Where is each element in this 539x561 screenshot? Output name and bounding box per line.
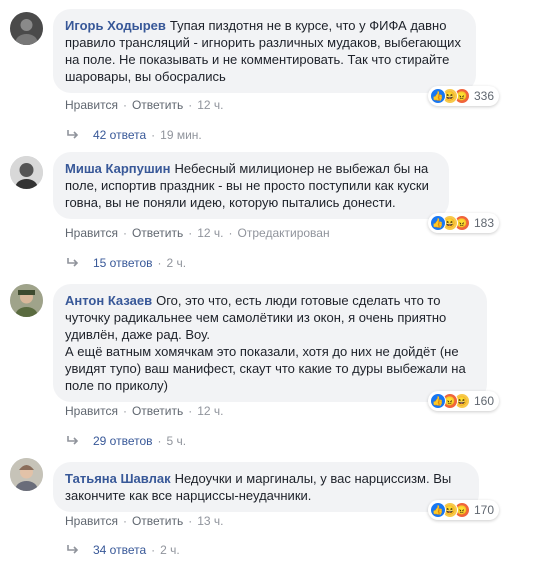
separator-dot: · (122, 514, 127, 528)
reply-arrow-icon (67, 545, 79, 554)
like-link[interactable]: Нравится (65, 226, 118, 240)
reactions-summary[interactable]: 👍 😆 😠 170 (428, 500, 500, 520)
reply-arrow-icon (67, 130, 79, 139)
separator-dot: · (157, 256, 162, 270)
like-link[interactable]: Нравится (65, 98, 118, 112)
replies-count-link[interactable]: 42 ответа (93, 128, 146, 142)
separator-dot: · (228, 226, 233, 240)
comment-bubble: Татьяна Шавлак Недоучки и маргиналы, у ва… (53, 462, 479, 512)
comment-text: Ого, это что, есть люди готовые сделать … (65, 293, 466, 393)
comment-bubble: Миша Карпушин Небесный милиционер не выбе… (53, 152, 449, 219)
view-replies[interactable]: 15 ответов · 2 ч. (67, 256, 186, 270)
reaction-count: 160 (474, 394, 495, 408)
avatar[interactable] (10, 12, 43, 45)
reply-arrow-icon (67, 258, 79, 267)
separator-dot: · (122, 98, 127, 112)
reply-link[interactable]: Ответить (132, 404, 183, 418)
reactions-summary[interactable]: 👍 😆 😠 336 (428, 86, 500, 106)
separator-dot: · (188, 98, 193, 112)
comment-actions: Нравится · Ответить · 13 ч. (65, 514, 224, 528)
separator-dot: · (188, 514, 193, 528)
view-replies[interactable]: 34 ответа · 2 ч. (67, 543, 180, 557)
comment-actions: Нравится · Ответить · 12 ч. · Отредактирова… (65, 226, 330, 240)
avatar[interactable] (10, 458, 43, 491)
separator-dot: · (188, 404, 193, 418)
replies-count-link[interactable]: 15 ответов (93, 256, 153, 270)
avatar[interactable] (10, 284, 43, 317)
comment-time[interactable]: 12 ч. (197, 226, 223, 240)
reactions-summary[interactable]: 👍 😆 😠 183 (428, 213, 500, 233)
view-replies[interactable]: 42 ответа · 19 мин. (67, 128, 202, 142)
reaction-count: 170 (474, 503, 495, 517)
like-link[interactable]: Нравится (65, 404, 118, 418)
like-reaction-icon: 👍 (430, 393, 446, 409)
replies-count-link[interactable]: 34 ответа (93, 543, 146, 557)
reactions-summary[interactable]: 👍 😠 😆 160 (428, 391, 500, 411)
comment-actions: Нравится · Ответить · 12 ч. (65, 404, 224, 418)
reply-link[interactable]: Ответить (132, 98, 183, 112)
reply-link[interactable]: Ответить (132, 514, 183, 528)
separator-dot: · (188, 226, 193, 240)
comment-time[interactable]: 12 ч. (197, 98, 223, 112)
replies-time: 2 ч. (160, 543, 180, 557)
reaction-count: 336 (474, 89, 495, 103)
comment-time[interactable]: 13 ч. (197, 514, 223, 528)
replies-time: 19 мин. (160, 128, 202, 142)
comment-time[interactable]: 12 ч. (197, 404, 223, 418)
comment-author[interactable]: Игорь Ходырев (65, 18, 166, 33)
like-link[interactable]: Нравится (65, 514, 118, 528)
replies-time: 5 ч. (166, 434, 187, 448)
comment-bubble: Игорь Ходырев Тупая пиздотня не в курсе, … (53, 9, 476, 93)
comment-author[interactable]: Антон Казаев (65, 293, 152, 308)
edited-label[interactable]: Отредактирован (238, 226, 330, 240)
comment-author[interactable]: Миша Карпушин (65, 161, 171, 176)
separator-dot: · (151, 543, 156, 557)
avatar[interactable] (10, 156, 43, 189)
replies-count-link[interactable]: 29 ответов (93, 434, 153, 448)
separator-dot: · (122, 404, 127, 418)
like-reaction-icon: 👍 (430, 502, 446, 518)
comment-bubble: Антон Казаев Ого, это что, есть люди гото… (53, 284, 487, 402)
replies-time: 2 ч. (166, 256, 187, 270)
separator-dot: · (157, 434, 162, 448)
view-replies[interactable]: 29 ответов · 5 ч. (67, 434, 186, 448)
like-reaction-icon: 👍 (430, 215, 446, 231)
comment-author[interactable]: Татьяна Шавлак (65, 471, 171, 486)
separator-dot: · (122, 226, 127, 240)
reply-arrow-icon (67, 436, 79, 445)
reply-link[interactable]: Ответить (132, 226, 183, 240)
reaction-count: 183 (474, 216, 495, 230)
separator-dot: · (151, 128, 156, 142)
comment-actions: Нравится · Ответить · 12 ч. (65, 98, 224, 112)
like-reaction-icon: 👍 (430, 88, 446, 104)
